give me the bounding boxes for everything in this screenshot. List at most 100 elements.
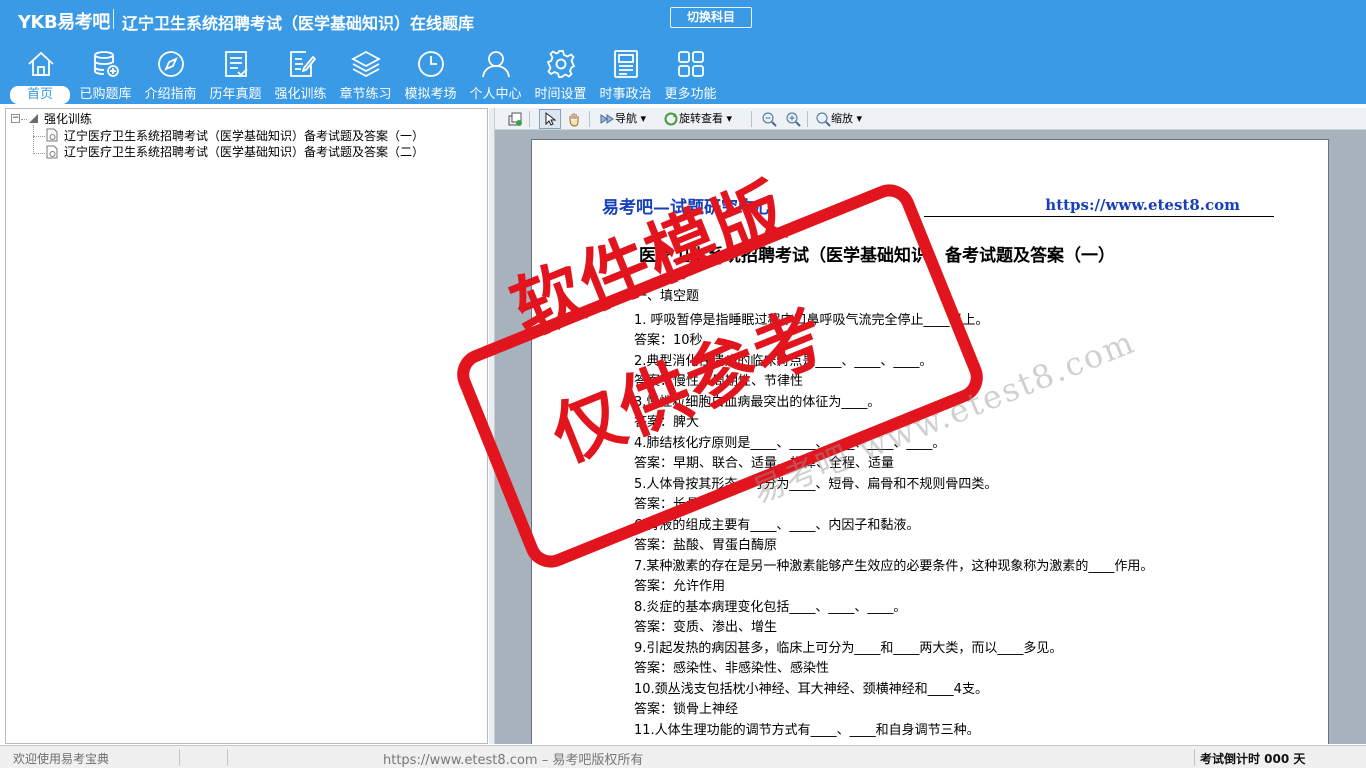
- tree-connector: [33, 153, 45, 154]
- answer-line: 答案：盐酸、胃蛋白酶原: [634, 538, 778, 553]
- rotate-view-dropdown[interactable]: 旋转查看 ▾: [663, 110, 732, 128]
- nav-label: 章节练习: [339, 87, 392, 102]
- nav-item-purchased-bank[interactable]: 已购题库: [73, 44, 138, 104]
- nav-label: 首页: [10, 86, 70, 104]
- status-copyright: https://www.etest8.com – 易考吧版权所有: [383, 753, 644, 768]
- nav-item-more-features[interactable]: 更多功能: [658, 44, 723, 104]
- edit-document-icon: [286, 49, 316, 79]
- answer-line: 答案：变质、渗出、增生: [634, 620, 778, 635]
- toolbar-separator: [589, 111, 590, 127]
- tree-collapse-toggle[interactable]: −: [11, 114, 20, 123]
- app-header: YKB易考吧 辽宁卫生系统招聘考试（医学基础知识）在线题库 切换科目 首页 已购…: [0, 0, 1366, 104]
- list-document-icon: [221, 49, 251, 79]
- answer-line: 答案：允许作用: [634, 579, 726, 594]
- section-heading: 一、填空题: [634, 289, 700, 304]
- answer-line: 答案：慢性、周期性、节律性: [634, 374, 804, 389]
- nav-item-guide[interactable]: 介绍指南: [138, 44, 203, 104]
- clock-icon: [416, 49, 446, 79]
- thumbnail-icon: [508, 112, 522, 126]
- question-line: 3.慢性粒细胞白血病最突出的体征为____。: [634, 395, 881, 410]
- nav-label: 介绍指南: [144, 87, 197, 102]
- nav-item-intensive-training[interactable]: 强化训练: [268, 44, 333, 104]
- question-line: 8.炎症的基本病理变化包括____、____、____。: [634, 600, 907, 615]
- nav-label: 模拟考场: [404, 87, 457, 102]
- status-separator: [1194, 749, 1195, 766]
- answer-line: 答案：脾大: [634, 415, 700, 430]
- navigate-label: 导航: [615, 112, 637, 125]
- answer-line: 答案：长骨: [634, 497, 700, 512]
- newspaper-icon: [611, 49, 641, 79]
- zoom-in-button[interactable]: [785, 110, 801, 128]
- answer-line: 答案：10秒: [634, 333, 703, 348]
- nav-item-past-exams[interactable]: 历年真题: [203, 44, 268, 104]
- zoom-in-icon: [786, 112, 801, 127]
- tree-item[interactable]: 辽宁医疗卫生系统招聘考试（医学基础知识）备考试题及答案（二）: [64, 144, 424, 160]
- navigate-dropdown[interactable]: 导航 ▾: [599, 110, 646, 128]
- question-tree-panel[interactable]: − 强化训练 辽宁医疗卫生系统招聘考试（医学基础知识）备考试题及答案（一） 辽宁…: [5, 108, 488, 744]
- grid-icon: [676, 49, 706, 79]
- question-line: 10.颈丛浅支包括枕小神经、耳大神经、颈横神经和____4支。: [634, 682, 988, 697]
- nav-label: 更多功能: [664, 87, 717, 102]
- tree-root-label[interactable]: 强化训练: [44, 111, 92, 127]
- title-bar: YKB易考吧 辽宁卫生系统招聘考试（医学基础知识）在线题库 切换科目: [0, 0, 1366, 38]
- app-title: 辽宁卫生系统招聘考试（医学基础知识）在线题库: [122, 14, 475, 33]
- question-line: 1. 呼吸暂停是指睡眠过程中口鼻呼吸气流完全停止____以上。: [634, 313, 989, 328]
- hand-tool-button[interactable]: [566, 110, 582, 128]
- nav-item-mock-exam[interactable]: 模拟考场: [398, 44, 463, 104]
- nav-label: 已购题库: [79, 87, 132, 102]
- question-line: 9.引起发热的病因甚多，临床上可分为____和____两大类，而以____多见。: [634, 641, 1063, 656]
- nav-item-chapter-practice[interactable]: 章节练习: [333, 44, 398, 104]
- nav-item-personal-center[interactable]: 个人中心: [463, 44, 528, 104]
- page-header-brand: 易考吧—试题研究中心: [602, 198, 772, 218]
- hand-icon: [569, 113, 579, 127]
- toolbar-separator: [529, 111, 530, 127]
- nav-item-home[interactable]: 首页: [8, 44, 73, 104]
- question-line: 11.人体生理功能的调节方式有____、____和自身调节三种。: [634, 723, 980, 738]
- database-icon: [91, 49, 121, 79]
- zoom-out-icon: [762, 112, 777, 127]
- tree-connector: [21, 119, 27, 120]
- layers-icon: [350, 49, 381, 79]
- switch-subject-button[interactable]: 切换科目: [670, 7, 752, 28]
- question-line: 6.胃液的组成主要有____、____、内因子和黏液。: [634, 518, 920, 533]
- main-nav: 首页 已购题库 介绍指南 历年真题 强化训练 章节练习 模拟考场 个人中心 时间…: [8, 44, 723, 104]
- zoom-out-button[interactable]: [761, 110, 777, 128]
- home-icon: [26, 49, 56, 79]
- cursor-arrow-icon: [545, 111, 557, 126]
- user-icon: [481, 49, 511, 79]
- zoom-dropdown[interactable]: 缩放 ▾: [815, 110, 862, 128]
- toolbar-separator: [807, 111, 808, 127]
- rotate-icon: [664, 112, 678, 126]
- gear-icon: [546, 49, 576, 79]
- folder-icon: [29, 114, 38, 123]
- zoom-label: 缩放: [831, 112, 853, 125]
- status-separator: [179, 749, 180, 766]
- status-separator: [227, 749, 228, 766]
- status-bar: 欢迎使用易考宝典 https://www.etest8.com – 易考吧版权所…: [0, 745, 1366, 768]
- document-icon: [46, 145, 58, 159]
- toolbar-separator: [751, 111, 752, 127]
- thumbnail-button[interactable]: [507, 110, 523, 128]
- document-icon: [46, 128, 58, 142]
- nav-item-time-settings[interactable]: 时间设置: [528, 44, 593, 104]
- status-welcome: 欢迎使用易考宝典: [13, 752, 110, 766]
- nav-label: 强化训练: [274, 87, 327, 102]
- viewer-toolbar: 导航 ▾ 旋转查看 ▾ 缩放 ▾: [495, 108, 1366, 130]
- nav-label: 个人中心: [469, 87, 522, 102]
- tree-connector: [33, 125, 34, 154]
- tree-item[interactable]: 辽宁医疗卫生系统招聘考试（医学基础知识）备考试题及答案（一）: [64, 128, 424, 144]
- question-line: 2.典型消化性溃疡的临床特点是____、____、____。: [634, 354, 933, 369]
- nav-label: 时间设置: [534, 87, 587, 102]
- answer-line: 答案：锁骨上神经: [634, 702, 739, 717]
- compass-icon: [156, 49, 186, 79]
- rotate-label: 旋转查看: [679, 112, 723, 125]
- document-title: 医疗卫生系统招聘考试（医学基础知识）备考试题及答案（一）: [639, 246, 1115, 266]
- page-header-url: https://www.etest8.com: [1045, 196, 1240, 214]
- answer-line: 答案：感染性、非感染性、感染性: [634, 661, 830, 676]
- tree-connector: [33, 136, 45, 137]
- select-tool-button[interactable]: [539, 109, 561, 129]
- magnifier-icon: [816, 112, 831, 127]
- exam-countdown: 考试倒计时 000 天: [1200, 752, 1306, 766]
- page-header-rule: [924, 216, 1274, 217]
- nav-item-current-affairs[interactable]: 时事政治: [593, 44, 658, 104]
